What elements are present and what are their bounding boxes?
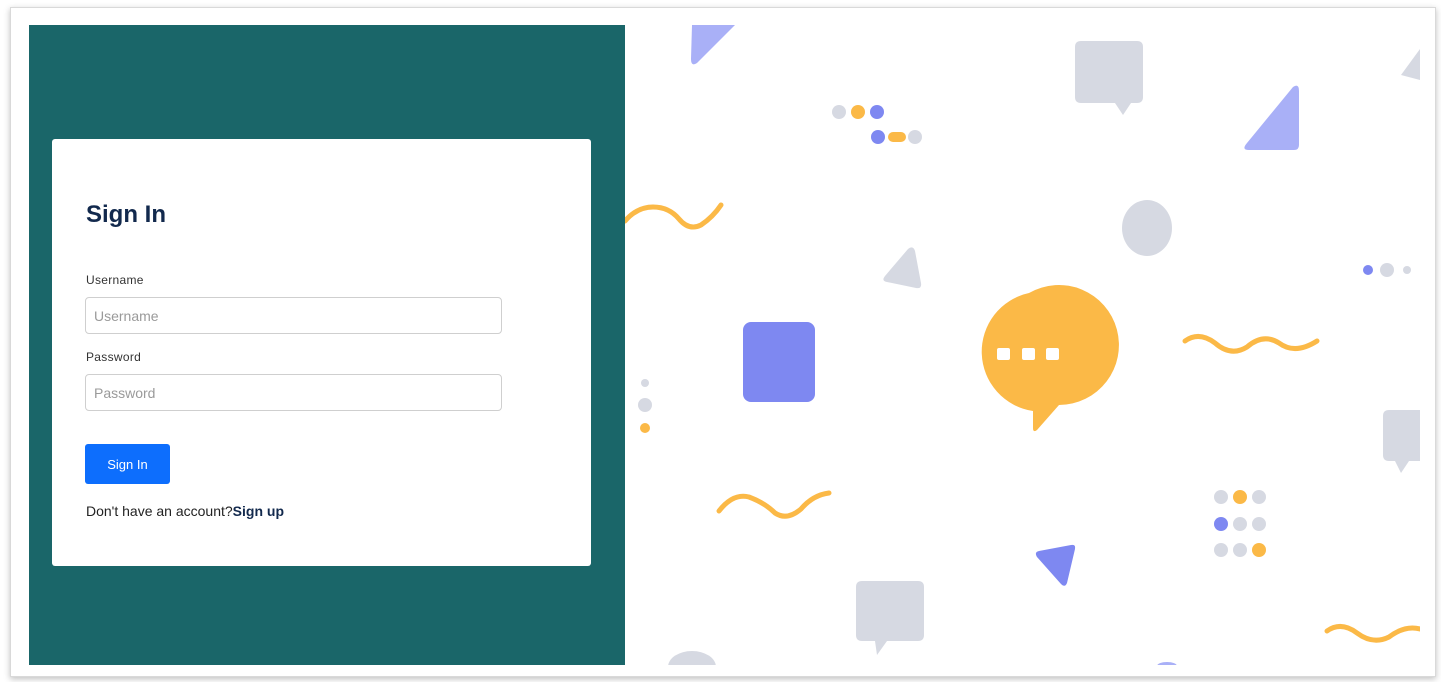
chat-bubble-icon [1383,410,1420,473]
square-shape [743,322,815,402]
dots-shape [638,379,652,433]
password-label: Password [86,350,142,364]
circle-shape [668,651,716,665]
chat-bubble-icon [856,581,924,655]
sign-in-card: Sign In Username Password Sign In Don't … [52,139,591,566]
username-input[interactable] [85,297,502,334]
triangle-shape [1244,85,1299,150]
chat-bubble-icon [981,285,1119,432]
wave-shape [625,202,724,230]
password-input[interactable] [85,374,502,411]
sign-in-button[interactable]: Sign In [85,444,170,484]
illustration-svg [625,25,1420,665]
wave-shape [716,490,832,519]
triangle-shape [1035,544,1076,586]
page-title: Sign In [86,201,166,228]
triangle-shape [883,247,922,289]
circle-shape [1122,200,1172,256]
sign-up-link[interactable]: Sign up [233,503,284,519]
dots-shape [1363,263,1411,277]
dots-shape [832,105,922,144]
decorative-illustration [625,25,1420,665]
triangle-shape [1401,49,1420,80]
wave-shape [1324,624,1420,643]
chat-bubble-icon [1075,41,1143,115]
dots-shape [1214,490,1266,557]
triangle-shape [691,25,735,65]
signup-row: Don't have an account?Sign up [86,503,284,519]
wave-shape [1182,334,1320,354]
circle-shape [1157,662,1177,665]
signup-prompt: Don't have an account? [86,503,233,519]
username-label: Username [86,273,144,287]
